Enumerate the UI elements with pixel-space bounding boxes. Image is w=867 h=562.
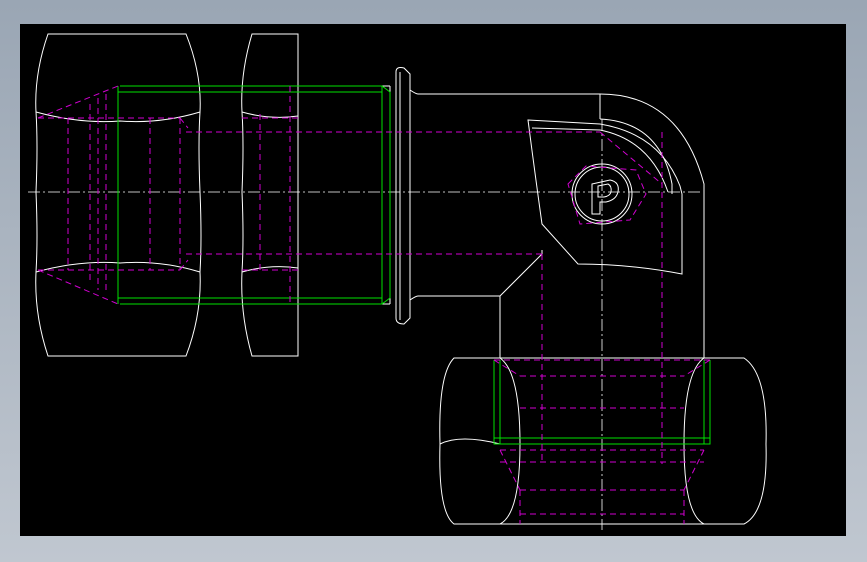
brand-logo-icon: [567, 163, 647, 225]
cad-viewport[interactable]: [20, 24, 846, 536]
tube-body: [117, 85, 391, 305]
bottom-hex-nut: [439, 357, 767, 525]
body-hex: [241, 33, 299, 357]
center-lines: [28, 119, 700, 530]
elbow-fitting-drawing: [28, 33, 767, 530]
flange-collar: [395, 67, 705, 325]
hidden-lines: [37, 85, 711, 524]
